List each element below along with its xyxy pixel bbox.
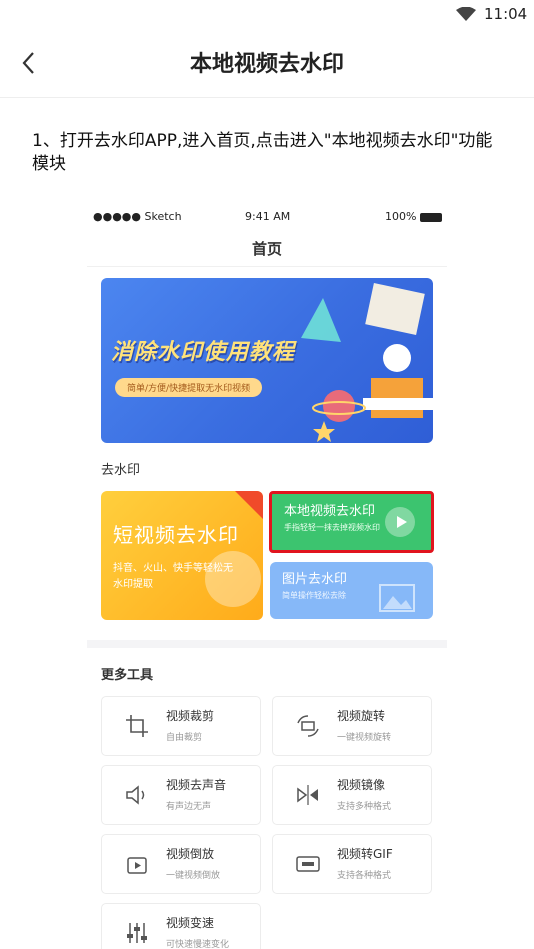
image-watermark-card[interactable]: 图片去水印 简单操作轻松去除 xyxy=(270,562,433,619)
tool-name: 视频裁剪 xyxy=(166,709,215,723)
section-divider xyxy=(87,640,447,648)
phone-time: 9:41 AM xyxy=(245,210,291,223)
tool-desc: 可快速慢速变化 xyxy=(166,940,230,949)
step-instruction: 1、打开去水印APP,进入首页,点击进入"本地视频去水印"功能模块 xyxy=(32,131,493,174)
local-video-watermark-card[interactable]: 本地视频去水印 手指轻轻一抹去掉视频水印 xyxy=(269,491,434,553)
banner-title: 消除水印使用教程 xyxy=(111,340,296,365)
tool-video-mirror[interactable]: 视频镜像 支持多种格式 xyxy=(272,765,432,825)
play-icon xyxy=(385,507,415,537)
reverse-icon xyxy=(127,857,147,874)
tool-video-reverse[interactable]: 视频倒放 一键视频倒放 xyxy=(101,834,261,894)
tool-name: 视频倒放 xyxy=(166,847,215,861)
rotate-icon xyxy=(297,715,319,737)
image-watermark-desc: 简单操作轻松去除 xyxy=(282,591,346,600)
short-video-watermark-card[interactable]: 短视频去水印 抖音、火山、快手等轻松无水印提取 xyxy=(101,491,263,620)
page-title: 本地视频去水印 xyxy=(189,52,344,77)
tool-name: 视频镜像 xyxy=(337,778,386,792)
app-bar: 本地视频去水印 xyxy=(0,28,534,98)
film-reel-icon xyxy=(205,551,261,607)
phone-page-title: 首页 xyxy=(251,240,282,258)
banner-subtitle: 简单/方便/快捷提取无水印视频 xyxy=(115,378,263,397)
short-video-title: 短视频去水印 xyxy=(113,523,239,547)
tool-video-mute[interactable]: 视频去声音 有声边无声 xyxy=(101,765,261,825)
tool-desc: 支持多种格式 xyxy=(337,802,392,812)
tool-video-speed[interactable]: 视频变速 可快速慢速变化 xyxy=(101,903,261,949)
tool-desc: 一键视频旋转 xyxy=(337,733,392,743)
tool-video-to-gif[interactable]: 视频转GIF 支持各种格式 xyxy=(272,834,432,894)
status-bar: 11:04 xyxy=(0,0,534,28)
phone-carrier: ●●●●● Sketch xyxy=(93,210,182,223)
tool-desc: 自由裁剪 xyxy=(166,733,203,743)
status-time: 11:04 xyxy=(484,5,528,23)
tool-name: 视频转GIF xyxy=(337,847,393,861)
phone-battery-text: 100% xyxy=(385,210,417,223)
tool-desc: 一键视频倒放 xyxy=(166,871,221,881)
battery-icon xyxy=(420,213,442,222)
tool-desc: 支持各种格式 xyxy=(337,871,392,881)
section-more-tools: 更多工具 xyxy=(101,668,154,683)
wifi-icon xyxy=(456,7,476,21)
gif-icon xyxy=(296,856,320,872)
phone-header-divider xyxy=(87,266,447,267)
tutorial-banner[interactable]: 消除水印使用教程 简单/方便/快捷提取无水印视频 xyxy=(101,278,433,443)
section-remove-watermark: 去水印 xyxy=(101,463,141,478)
tool-video-rotate[interactable]: 视频旋转 一键视频旋转 xyxy=(272,696,432,756)
tool-name: 视频变速 xyxy=(166,916,215,930)
mute-icon xyxy=(126,785,145,805)
speed-icon xyxy=(127,923,147,943)
crop-icon xyxy=(126,715,148,737)
tutorial-phone-screenshot: ●●●●● Sketch 9:41 AM 100% 首页 消除水印使用教程 简单… xyxy=(87,200,447,949)
mirror-icon xyxy=(297,785,318,805)
hot-flame-icon xyxy=(235,491,263,519)
picture-icon xyxy=(379,584,415,612)
tool-desc: 有声边无声 xyxy=(166,802,212,812)
tool-video-crop[interactable]: 视频裁剪 自由裁剪 xyxy=(101,696,261,756)
tool-name: 视频旋转 xyxy=(337,709,386,723)
tool-name: 视频去声音 xyxy=(166,778,227,792)
local-video-title: 本地视频去水印 xyxy=(284,504,376,519)
local-video-desc: 手指轻轻一抹去掉视频水印 xyxy=(284,523,380,532)
image-watermark-title: 图片去水印 xyxy=(282,572,348,587)
phone-status-bar: ●●●●● Sketch 9:41 AM 100% xyxy=(87,208,447,226)
